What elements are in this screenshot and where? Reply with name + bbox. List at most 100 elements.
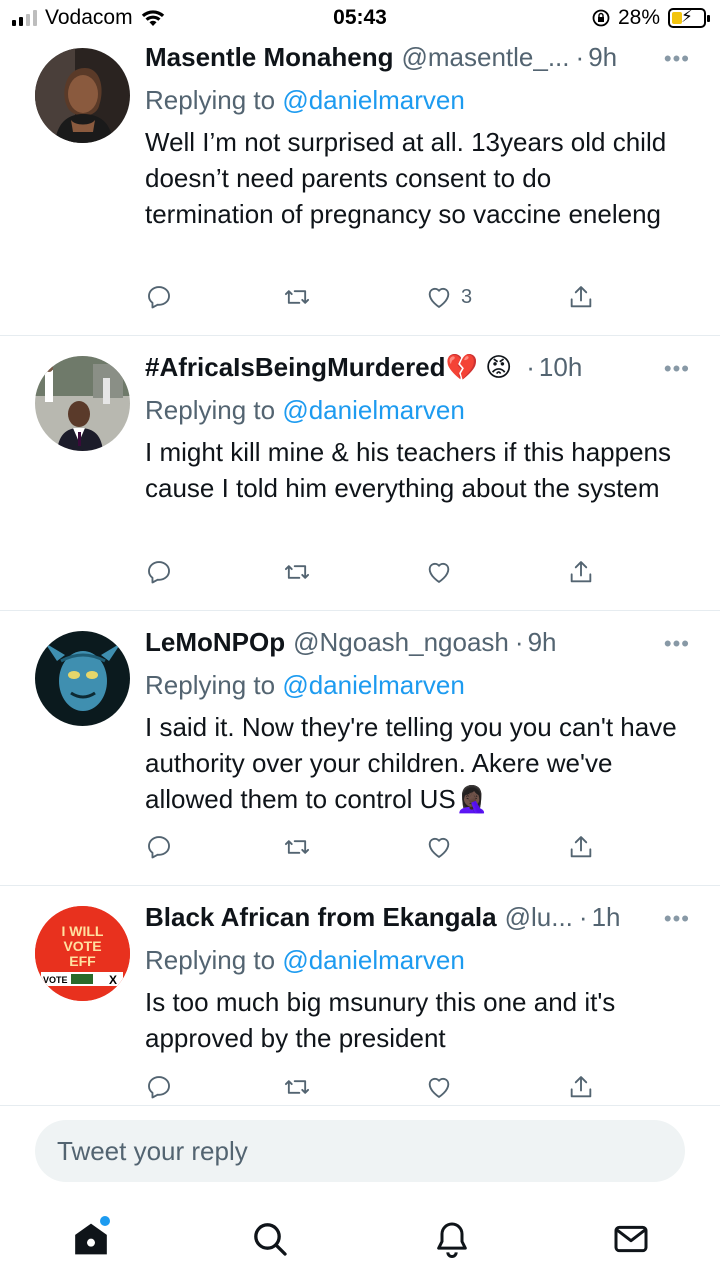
search-icon bbox=[254, 1223, 287, 1256]
more-options-icon[interactable]: ••• bbox=[664, 356, 690, 382]
reply-input[interactable] bbox=[35, 1120, 685, 1182]
tweet-time[interactable]: 10h bbox=[539, 352, 582, 383]
more-options-icon[interactable]: ••• bbox=[664, 906, 690, 932]
heart-icon bbox=[428, 563, 450, 583]
avatar-strip-text: VOTE bbox=[43, 975, 68, 985]
reply-button[interactable] bbox=[145, 833, 173, 861]
like-button[interactable] bbox=[425, 833, 461, 861]
tweet-time[interactable]: 9h bbox=[588, 42, 617, 73]
tweet[interactable]: I WILL VOTE EFF VOTE X Black African fro… bbox=[0, 886, 720, 1106]
tweet-actions bbox=[145, 833, 595, 863]
like-button[interactable] bbox=[425, 558, 461, 586]
avatar[interactable] bbox=[35, 631, 130, 726]
separator-dot: · bbox=[514, 627, 524, 657]
replying-to-label: Replying to bbox=[145, 85, 276, 115]
tweet-time[interactable]: 9h bbox=[528, 627, 557, 658]
display-name[interactable]: Black African from Ekangala bbox=[145, 902, 497, 933]
mention-link[interactable]: @danielmarven bbox=[282, 85, 464, 115]
share-icon bbox=[570, 1076, 592, 1098]
bottom-tab-bar bbox=[0, 1200, 720, 1280]
like-button[interactable] bbox=[425, 1073, 461, 1101]
avatar[interactable] bbox=[35, 48, 130, 143]
retweet-button[interactable] bbox=[283, 283, 311, 311]
avatar-line-1: I WILL bbox=[62, 923, 104, 939]
status-right: 28% ⚡ bbox=[592, 6, 710, 30]
user-handle[interactable]: @Ngoash_ngoash bbox=[293, 627, 509, 658]
avatar-line-2: VOTE bbox=[63, 938, 101, 954]
heart-icon bbox=[428, 288, 450, 308]
more-options-icon[interactable]: ••• bbox=[664, 631, 690, 657]
avatar[interactable] bbox=[35, 356, 130, 451]
reply-button[interactable] bbox=[145, 283, 173, 311]
bell-icon bbox=[437, 1222, 467, 1258]
more-options-icon[interactable]: ••• bbox=[664, 46, 690, 72]
tweet-actions bbox=[145, 1073, 595, 1103]
mention-link[interactable]: @danielmarven bbox=[282, 395, 464, 425]
reply-icon bbox=[148, 1076, 170, 1099]
display-name[interactable]: #AfricaIsBeingMurdered💔 😡 bbox=[145, 352, 512, 383]
mention-link[interactable]: @danielmarven bbox=[282, 670, 464, 700]
tab-search[interactable] bbox=[245, 1214, 295, 1264]
replying-to: Replying to @danielmarven bbox=[145, 942, 680, 978]
replying-to-label: Replying to bbox=[145, 670, 276, 700]
separator-dot: · bbox=[575, 42, 585, 72]
replying-to: Replying to @danielmarven bbox=[145, 667, 680, 703]
share-button[interactable] bbox=[567, 1073, 595, 1101]
tweet-text: Is too much big msunury this one and it'… bbox=[145, 987, 616, 1053]
separator-dot: · bbox=[526, 352, 535, 382]
tweet[interactable]: LeMoNPOp @Ngoash_ngoash · 9h ••• Replyin… bbox=[0, 611, 720, 886]
retweet-icon bbox=[284, 840, 310, 854]
replying-to: Replying to @danielmarven bbox=[145, 392, 680, 428]
avatar-mark: X bbox=[109, 973, 117, 987]
share-icon bbox=[570, 561, 592, 583]
retweet-icon bbox=[284, 565, 310, 579]
battery-icon: ⚡ bbox=[668, 7, 710, 28]
heart-icon bbox=[428, 838, 450, 858]
tweet-actions bbox=[145, 558, 595, 588]
reply-button[interactable] bbox=[145, 1073, 173, 1101]
share-icon bbox=[570, 836, 592, 858]
notification-dot bbox=[100, 1216, 110, 1226]
share-button[interactable] bbox=[567, 833, 595, 861]
user-handle[interactable]: @masentle_... bbox=[401, 42, 569, 73]
reply-button[interactable] bbox=[145, 558, 173, 586]
tab-home[interactable] bbox=[66, 1214, 116, 1264]
display-name[interactable]: LeMoNPOp bbox=[145, 627, 285, 658]
orientation-lock-icon bbox=[592, 9, 610, 27]
retweet-icon bbox=[284, 1080, 310, 1094]
retweet-button[interactable] bbox=[283, 558, 311, 586]
status-bar: Vodacom 05:43 28% ⚡ bbox=[0, 0, 720, 36]
tab-messages[interactable] bbox=[606, 1214, 656, 1264]
replying-to-label: Replying to bbox=[145, 945, 276, 975]
reply-composer[interactable] bbox=[35, 1120, 685, 1182]
mention-link[interactable]: @danielmarven bbox=[282, 945, 464, 975]
reply-icon bbox=[148, 561, 170, 584]
retweet-icon bbox=[284, 290, 310, 304]
tweet[interactable]: #AfricaIsBeingMurdered💔 😡 · 10h ••• Repl… bbox=[0, 336, 720, 611]
like-count: 3 bbox=[461, 285, 473, 308]
replying-to-label: Replying to bbox=[145, 395, 276, 425]
heart-icon bbox=[428, 1078, 450, 1098]
like-button[interactable]: 3 bbox=[425, 283, 472, 311]
tweet-actions: 3 bbox=[145, 283, 595, 313]
tweet-time[interactable]: 1h bbox=[592, 902, 621, 933]
tweet-text: I might kill mine & his teachers if this… bbox=[145, 437, 672, 503]
avatar-line-3: EFF bbox=[69, 953, 96, 969]
retweet-button[interactable] bbox=[283, 833, 311, 861]
avatar[interactable]: I WILL VOTE EFF VOTE X bbox=[35, 906, 130, 1001]
tab-notifications[interactable] bbox=[427, 1214, 477, 1264]
battery-percent: 28% bbox=[617, 6, 660, 29]
user-handle[interactable]: @lu... bbox=[505, 902, 573, 933]
display-name[interactable]: Masentle Monaheng bbox=[145, 42, 393, 73]
tweet[interactable]: Masentle Monaheng @masentle_... · 9h •••… bbox=[0, 36, 720, 336]
share-icon bbox=[570, 286, 592, 308]
tweet-text: Well I’m not surprised at all. 13years o… bbox=[145, 127, 667, 229]
reply-icon bbox=[148, 836, 170, 859]
retweet-button[interactable] bbox=[283, 1073, 311, 1101]
separator-dot: · bbox=[578, 902, 588, 932]
tweet-text: I said it. Now they're telling you you c… bbox=[145, 712, 677, 814]
mail-icon bbox=[614, 1225, 648, 1253]
share-button[interactable] bbox=[567, 558, 595, 586]
replying-to: Replying to @danielmarven bbox=[145, 82, 680, 118]
share-button[interactable] bbox=[567, 283, 595, 311]
